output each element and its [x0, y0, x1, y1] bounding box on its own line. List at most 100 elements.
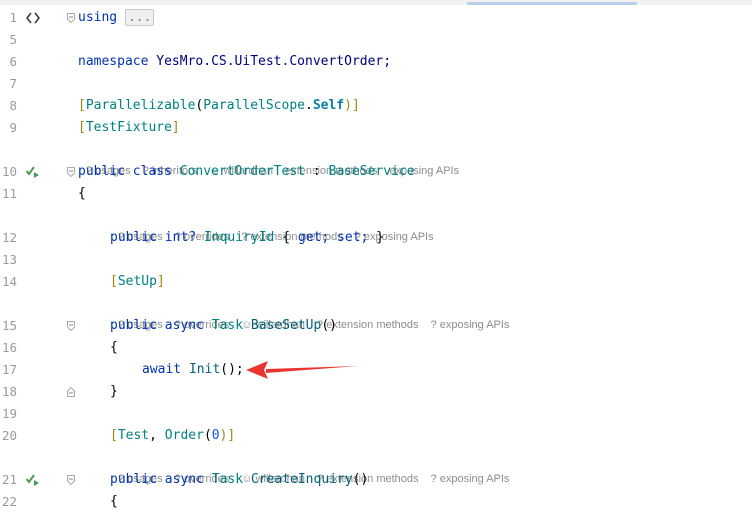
- line-number: 11: [1, 186, 17, 201]
- brace: }: [110, 384, 118, 399]
- method-name: BaseSetUp: [250, 318, 322, 333]
- code-line: 10 public class ConvertOrderTest : BaseS…: [0, 161, 752, 183]
- line-number: 22: [1, 494, 17, 509]
- fold-icon[interactable]: [67, 475, 75, 485]
- method-name: CreateInquiry: [250, 472, 353, 487]
- colon: :: [312, 164, 321, 179]
- bracket: ]: [171, 120, 180, 135]
- line-number: 7: [9, 76, 17, 91]
- type-task: Task: [211, 472, 244, 487]
- code-line: 8 [Parallelizable(ParallelScope.Self)]: [0, 95, 752, 117]
- line-number: 15: [1, 318, 17, 333]
- keyword-using: using: [78, 10, 118, 25]
- fold-icon[interactable]: [67, 387, 75, 397]
- type-int: int?: [164, 230, 197, 245]
- code-line: 9 [TestFixture]: [0, 117, 752, 139]
- code-line: 7: [0, 73, 752, 95]
- bracket: )]: [219, 428, 236, 443]
- code-vision-hint: ? usages? overrides? extension methods? …: [112, 207, 446, 243]
- base-class-name: BaseService: [328, 164, 415, 179]
- parens: (): [352, 472, 369, 487]
- code-vision-hint: ? usages? overrides ☺ willardhan? extensi…: [112, 295, 521, 331]
- line-number: 1: [9, 10, 17, 25]
- code-line: 11 {: [0, 183, 752, 205]
- code-line: 6 namespace YesMro.CS.UiTest.ConvertOrde…: [0, 51, 752, 73]
- active-tab-indicator[interactable]: [467, 2, 637, 5]
- code-line: 5: [0, 29, 752, 51]
- attribute-name: Parallelizable: [85, 98, 196, 113]
- line-number: 19: [1, 406, 17, 421]
- paren: (: [203, 428, 212, 443]
- run-test-icon[interactable]: [25, 164, 41, 180]
- keyword-await: await: [142, 362, 182, 377]
- code-line: 20 [Test, Order(0)]: [0, 425, 752, 447]
- parens: (): [321, 318, 337, 333]
- brace: {: [110, 494, 118, 509]
- line-number: 20: [1, 428, 17, 443]
- keyword-get: get;: [297, 230, 330, 245]
- bracket: [: [110, 274, 118, 289]
- code-line: 21 public async Task CreateInquiry(): [0, 469, 752, 491]
- class-name: ConvertOrderTest: [179, 164, 305, 179]
- attribute-name: Test: [117, 428, 150, 443]
- bracket: [: [78, 98, 86, 113]
- code-line: 15 public async Task BaseSetUp(): [0, 315, 752, 337]
- attribute-name: Order: [164, 428, 204, 443]
- keyword-public-async: public async: [110, 472, 204, 487]
- line-number: 6: [9, 54, 17, 69]
- code-line: 13: [0, 249, 752, 271]
- line-number: 14: [1, 274, 17, 289]
- parens: ();: [220, 362, 244, 377]
- type-task: Task: [211, 318, 244, 333]
- keyword-set: set;: [337, 230, 369, 245]
- line-number: 16: [1, 340, 17, 355]
- code-vision-hint: ? usages? inheritors ☺ willardhan extensio…: [80, 141, 471, 177]
- fold-icon[interactable]: [67, 321, 75, 331]
- attribute-name: TestFixture: [85, 120, 172, 135]
- code-line: 1 using ...: [0, 7, 752, 29]
- line-number: 5: [9, 32, 17, 47]
- red-arrow-annotation: [246, 361, 358, 379]
- code-line: 12 public int? InquiryId { get; set; }: [0, 227, 752, 249]
- number-literal: 0: [211, 428, 220, 443]
- code-line: 18 }: [0, 381, 752, 403]
- line-number: 21: [1, 472, 17, 487]
- keyword-public: public: [110, 230, 157, 245]
- namespace-name: YesMro.CS.UiTest.ConvertOrder;: [156, 54, 392, 69]
- brace: {: [282, 230, 291, 245]
- line-number: 12: [1, 230, 17, 245]
- brace: {: [78, 186, 86, 201]
- code-line: 17 await Init();: [0, 359, 752, 381]
- keyword-public-async: public async: [110, 318, 204, 333]
- enum-name: ParallelScope: [203, 98, 305, 113]
- line-number: 10: [1, 164, 17, 179]
- code-line: 19: [0, 403, 752, 425]
- bracket: )]: [344, 98, 360, 113]
- keyword-public-class: public class: [78, 164, 172, 179]
- code-line: 14 [SetUp]: [0, 271, 752, 293]
- code-line: 22 {: [0, 491, 752, 513]
- line-number: 9: [9, 120, 17, 135]
- code-braces-icon[interactable]: [25, 10, 41, 26]
- line-number: 18: [1, 384, 17, 399]
- fold-icon[interactable]: [67, 167, 75, 177]
- keyword-namespace: namespace: [78, 54, 149, 69]
- brace: }: [376, 230, 384, 245]
- comma: ,: [149, 428, 157, 443]
- line-number: 8: [9, 98, 17, 113]
- attribute-name: SetUp: [117, 274, 157, 289]
- code-vision-hint: ? usages? overrides ☺ willardhan? extensi…: [112, 449, 521, 485]
- property-name: InquiryId: [203, 230, 275, 245]
- collapsed-imports[interactable]: ...: [124, 9, 155, 26]
- line-number: 13: [1, 252, 17, 267]
- run-test-icon[interactable]: [25, 472, 41, 488]
- enum-member: Self: [312, 98, 345, 113]
- line-number: 17: [1, 362, 17, 377]
- bracket: [: [110, 428, 118, 443]
- code-line: 16 {: [0, 337, 752, 359]
- dot: .: [304, 98, 313, 113]
- fold-icon[interactable]: [67, 13, 75, 23]
- call-name: Init: [188, 362, 221, 377]
- brace: {: [110, 340, 118, 355]
- bracket: ]: [156, 274, 165, 289]
